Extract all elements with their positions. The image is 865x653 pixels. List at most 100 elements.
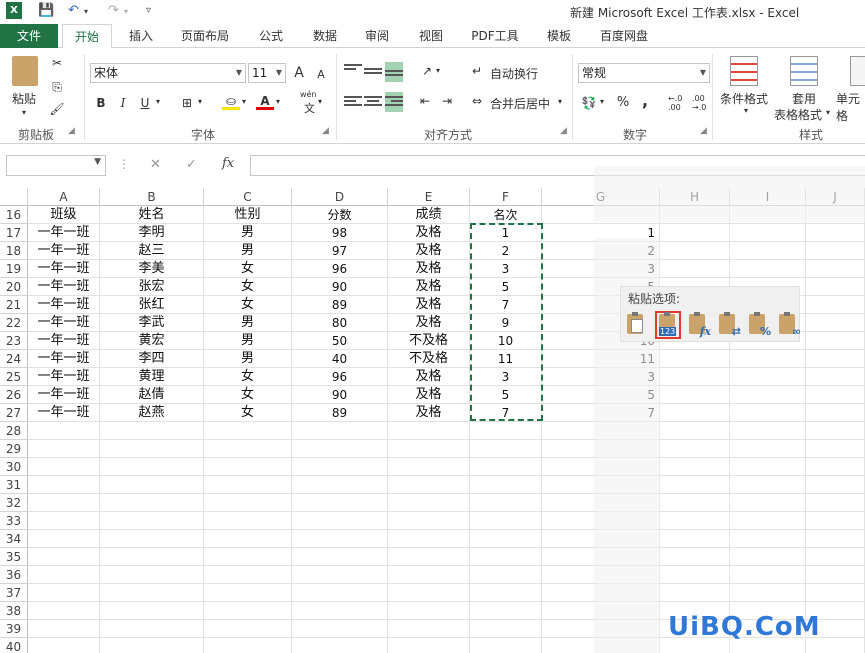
table-format-icon[interactable] — [790, 56, 818, 86]
row-header[interactable]: 40 — [0, 638, 28, 653]
cell-a20[interactable]: 一年一班 — [28, 278, 100, 296]
tab-review[interactable]: 审阅 — [354, 24, 400, 48]
cell-c38[interactable] — [204, 602, 292, 620]
cell-j23[interactable] — [806, 332, 865, 350]
cell-c28[interactable] — [204, 422, 292, 440]
cell-a35[interactable] — [28, 548, 100, 566]
comma-style-button[interactable]: , — [636, 92, 654, 110]
cell-h34[interactable] — [660, 530, 730, 548]
row-header[interactable]: 23 — [0, 332, 28, 350]
cell-a17[interactable]: 一年一班 — [28, 224, 100, 242]
paste-default-button[interactable] — [623, 311, 649, 339]
cell-i16[interactable] — [730, 206, 806, 224]
cell-b18[interactable]: 赵三 — [100, 242, 204, 260]
cell-h18[interactable] — [660, 242, 730, 260]
cell-d30[interactable] — [292, 458, 388, 476]
cell-e32[interactable] — [388, 494, 470, 512]
column-header-c[interactable]: C — [204, 188, 292, 206]
cell-h19[interactable] — [660, 260, 730, 278]
accounting-format-icon[interactable]: 💱 — [580, 94, 598, 112]
align-center-icon[interactable] — [364, 96, 382, 110]
cell-d16[interactable]: 分数 — [292, 206, 388, 224]
cell-b36[interactable] — [100, 566, 204, 584]
cell-d22[interactable]: 80 — [292, 314, 388, 332]
cell-e16[interactable]: 成绩 — [388, 206, 470, 224]
row-header[interactable]: 35 — [0, 548, 28, 566]
cell-b28[interactable] — [100, 422, 204, 440]
paste-formulas-button[interactable]: fx — [685, 311, 711, 339]
cell-g38[interactable] — [542, 602, 660, 620]
cell-b16[interactable]: 姓名 — [100, 206, 204, 224]
cell-d20[interactable]: 90 — [292, 278, 388, 296]
redo-dropdown-icon[interactable]: ▾ — [124, 7, 128, 16]
cell-f21[interactable]: 7 — [470, 296, 542, 314]
cell-e39[interactable] — [388, 620, 470, 638]
cell-c32[interactable] — [204, 494, 292, 512]
cell-c37[interactable] — [204, 584, 292, 602]
cell-styles-button[interactable]: 单元格 — [836, 90, 865, 124]
format-painter-icon[interactable]: 🖌 — [48, 100, 66, 118]
cell-h29[interactable] — [660, 440, 730, 458]
cell-b24[interactable]: 李四 — [100, 350, 204, 368]
cell-c17[interactable]: 男 — [204, 224, 292, 242]
orientation-icon[interactable]: ↗ — [418, 62, 436, 80]
row-header[interactable]: 19 — [0, 260, 28, 278]
font-color-dropdown-icon[interactable]: ▾ — [276, 97, 280, 106]
cell-d21[interactable]: 89 — [292, 296, 388, 314]
row-header[interactable]: 26 — [0, 386, 28, 404]
cell-d24[interactable]: 40 — [292, 350, 388, 368]
grow-font-icon[interactable]: A — [290, 64, 308, 82]
tab-formulas[interactable]: 公式 — [248, 24, 294, 48]
cell-d26[interactable]: 90 — [292, 386, 388, 404]
cell-g16[interactable] — [542, 206, 660, 224]
cell-d27[interactable]: 89 — [292, 404, 388, 422]
cell-a23[interactable]: 一年一班 — [28, 332, 100, 350]
cell-e23[interactable]: 不及格 — [388, 332, 470, 350]
cell-f37[interactable] — [470, 584, 542, 602]
font-color-icon[interactable]: A — [256, 92, 274, 110]
undo-dropdown-icon[interactable]: ▾ — [84, 7, 88, 16]
tab-insert[interactable]: 插入 — [118, 24, 164, 48]
cell-i29[interactable] — [730, 440, 806, 458]
cell-c36[interactable] — [204, 566, 292, 584]
cell-c16[interactable]: 性别 — [204, 206, 292, 224]
cell-h31[interactable] — [660, 476, 730, 494]
cell-g32[interactable] — [542, 494, 660, 512]
cut-icon[interactable]: ✂ — [48, 54, 66, 72]
cell-f24[interactable]: 11 — [470, 350, 542, 368]
cell-h26[interactable] — [660, 386, 730, 404]
cell-e31[interactable] — [388, 476, 470, 494]
cell-j24[interactable] — [806, 350, 865, 368]
cell-i25[interactable] — [730, 368, 806, 386]
cell-d38[interactable] — [292, 602, 388, 620]
cell-e19[interactable]: 及格 — [388, 260, 470, 278]
cell-b37[interactable] — [100, 584, 204, 602]
cell-b29[interactable] — [100, 440, 204, 458]
row-header[interactable]: 18 — [0, 242, 28, 260]
customize-toolbar-icon[interactable]: ▿ — [146, 5, 151, 16]
table-format-label-1[interactable]: 套用 — [792, 90, 816, 107]
cell-e24[interactable]: 不及格 — [388, 350, 470, 368]
cell-e22[interactable]: 及格 — [388, 314, 470, 332]
cell-f16[interactable]: 名次 — [470, 206, 542, 224]
column-header-d[interactable]: D — [292, 188, 388, 206]
cell-i34[interactable] — [730, 530, 806, 548]
cell-a31[interactable] — [28, 476, 100, 494]
cell-e17[interactable]: 及格 — [388, 224, 470, 242]
cell-i28[interactable] — [730, 422, 806, 440]
cell-h35[interactable] — [660, 548, 730, 566]
cell-b21[interactable]: 张红 — [100, 296, 204, 314]
cell-e29[interactable] — [388, 440, 470, 458]
formula-input[interactable] — [250, 155, 865, 176]
cell-c21[interactable]: 女 — [204, 296, 292, 314]
cell-e40[interactable] — [388, 638, 470, 653]
font-launcher-icon[interactable]: ◢ — [322, 126, 329, 136]
cell-j27[interactable] — [806, 404, 865, 422]
italic-button[interactable]: I — [114, 94, 132, 112]
cell-e34[interactable] — [388, 530, 470, 548]
column-header-h[interactable]: H — [660, 188, 730, 206]
row-header[interactable]: 24 — [0, 350, 28, 368]
cell-a34[interactable] — [28, 530, 100, 548]
cell-f18[interactable]: 2 — [470, 242, 542, 260]
cell-d19[interactable]: 96 — [292, 260, 388, 278]
